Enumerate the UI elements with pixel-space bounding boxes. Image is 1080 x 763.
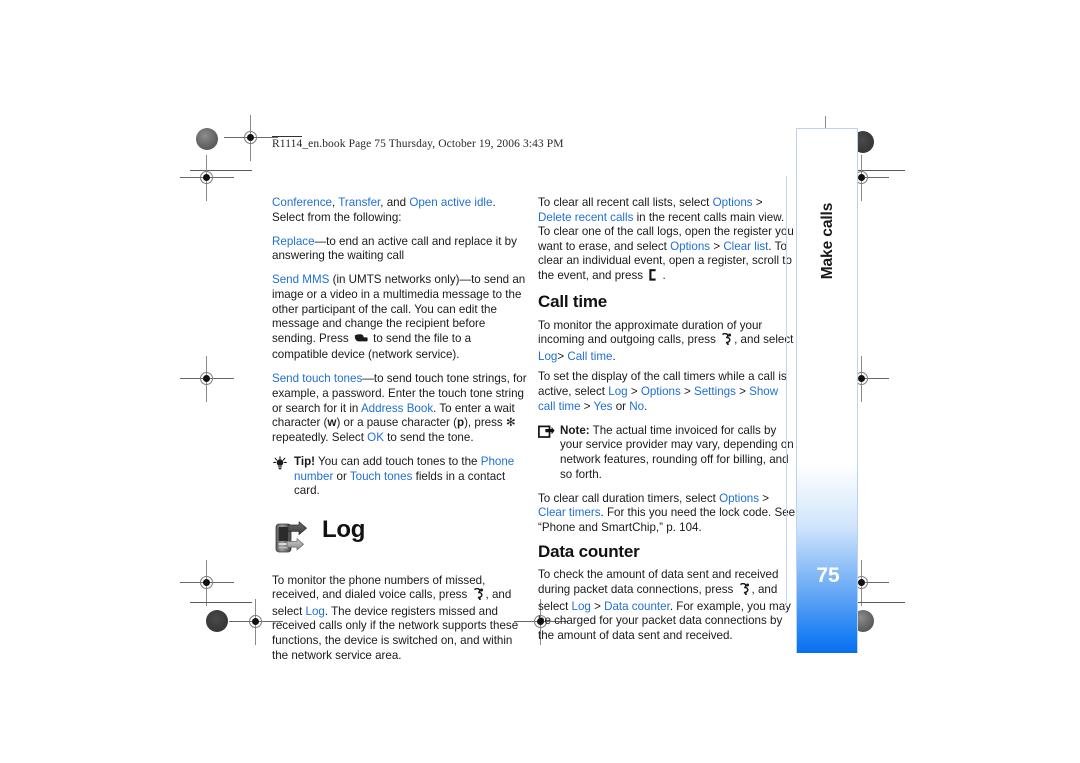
chapter-title-text: Log xyxy=(322,515,366,543)
registration-target-top-left-upper xyxy=(224,115,278,161)
ui-term-clear-list: Clear list xyxy=(723,239,769,253)
asterisk-key-icon: ✻ xyxy=(505,416,516,430)
ui-term-options: Options xyxy=(719,491,760,505)
ui-term-open-active-idle: Open active idle xyxy=(409,196,493,209)
text-tip-part1: You can add touch tones to the xyxy=(315,454,481,468)
registration-blob-bottom-left xyxy=(206,610,228,632)
text-ctm-part2: , and select xyxy=(734,333,794,347)
paragraph-replace: Replace—to end an active call and replac… xyxy=(272,235,530,264)
text-cts-gt3: > xyxy=(735,385,750,399)
registration-target-left-middle xyxy=(180,356,234,402)
paragraph-conference-transfer: Conference, Transfer, and Open active id… xyxy=(272,196,530,225)
tip-label: Tip! xyxy=(294,454,316,468)
ui-term-replace: Replace xyxy=(272,234,315,248)
text-sep-2: , and xyxy=(380,196,410,209)
text-log-part1: To monitor the phone numbers of missed, … xyxy=(272,573,486,602)
text-cts-gt2: > xyxy=(680,385,694,399)
bold-char-p: p xyxy=(456,416,465,430)
ui-term-log: Log xyxy=(608,385,628,399)
text-stt-part4: ), press xyxy=(464,416,506,430)
ui-term-conference: Conference xyxy=(272,196,332,209)
crop-line-bottom-left xyxy=(190,602,252,603)
text-clear-part4: . xyxy=(659,268,666,282)
heading-data-counter: Data counter xyxy=(538,541,640,561)
ui-term-log: Log xyxy=(571,599,591,613)
tip-lightbulb-icon xyxy=(272,456,290,470)
ui-term-data-counter: Data counter xyxy=(604,599,670,613)
text-clt-part1: To clear call duration timers, select xyxy=(538,491,720,505)
paragraph-call-time-settings: To set the display of the call timers wh… xyxy=(538,370,796,414)
page-number: 75 xyxy=(816,564,840,587)
log-phone-arrow-icon xyxy=(274,521,318,555)
menu-key-icon xyxy=(473,588,484,605)
clear-key-icon xyxy=(648,269,657,286)
ui-term-no: No xyxy=(629,399,645,413)
ui-term-delete-recent-calls: Delete recent calls xyxy=(538,210,634,224)
registration-target-bottom-left xyxy=(229,599,283,645)
margin-tab: Make calls 75 xyxy=(796,128,858,653)
ui-term-touch-tones: Touch tones xyxy=(349,469,413,483)
ui-term-address-book: Address Book xyxy=(360,401,434,415)
text-clt-gt: > xyxy=(759,491,770,505)
registration-target-left-lower xyxy=(180,560,234,606)
text-gt-1: > xyxy=(752,196,763,209)
ui-term-ok: OK xyxy=(367,430,384,444)
header-rule xyxy=(272,136,302,137)
paragraph-clear-recent-calls: To clear all recent call lists, select O… xyxy=(538,196,796,286)
ui-term-log: Log xyxy=(305,604,325,618)
ui-term-clear-timers: Clear timers xyxy=(538,506,601,520)
paragraph-log-intro: To monitor the phone numbers of missed, … xyxy=(272,574,530,664)
chapter-heading-log: Log xyxy=(272,515,530,561)
send-key-icon xyxy=(354,333,368,349)
ui-term-options-2: Options xyxy=(670,239,711,253)
right-text-column: To clear all recent call lists, select O… xyxy=(538,196,796,653)
text-stt-part3: ) or a pause character ( xyxy=(336,416,457,430)
registration-target-left-upper xyxy=(180,155,234,201)
text-clear-part1: To clear all recent call lists, select xyxy=(538,196,713,209)
text-gt-2: > xyxy=(710,239,724,253)
left-text-column: Conference, Transfer, and Open active id… xyxy=(272,196,530,673)
ui-term-settings: Settings xyxy=(694,385,736,399)
ui-term-options: Options xyxy=(712,196,753,209)
text-cts-gt4: > xyxy=(580,399,594,413)
tab-inner-rule xyxy=(786,176,787,606)
ui-term-log: Log xyxy=(538,349,558,363)
file-header-text: R1114_en.book Page 75 Thursday, October … xyxy=(272,138,564,150)
heading-call-time: Call time xyxy=(538,292,608,312)
note-label: Note: xyxy=(560,423,590,437)
menu-key-icon xyxy=(721,333,732,350)
ui-term-send-touch-tones: Send touch tones xyxy=(272,372,363,386)
ui-term-yes: Yes xyxy=(593,399,613,413)
text-stt-part6: to send the tone. xyxy=(383,430,474,444)
menu-key-icon xyxy=(739,582,750,600)
paragraph-send-mms: Send MMS (in UMTS networks only)—to send… xyxy=(272,273,530,363)
paragraph-send-touch-tones: Send touch tones—to send touch tone stri… xyxy=(272,372,530,445)
text-cts-part3: . xyxy=(644,399,648,413)
ui-term-options: Options xyxy=(640,385,681,399)
ui-term-call-time: Call time xyxy=(567,349,613,363)
text-cts-gt1: > xyxy=(627,385,641,399)
text-ctm-gt: > xyxy=(557,349,568,363)
note-arrow-icon xyxy=(538,425,556,439)
text-cts-part2: or xyxy=(612,399,630,413)
paragraph-call-time-monitor: To monitor the approximate duration of y… xyxy=(538,319,796,365)
tip-block: Tip! You can add touch tones to the Phon… xyxy=(272,455,530,499)
text-tip-part2: or xyxy=(333,469,350,483)
note-block: Note: The actual time invoiced for calls… xyxy=(538,424,796,482)
ui-term-transfer: Transfer xyxy=(338,196,381,209)
paragraph-clear-timers: To clear call duration timers, select Op… xyxy=(538,492,796,536)
text-ctm-part3: . xyxy=(612,349,616,363)
paragraph-data-counter: To check the amount of data sent and rec… xyxy=(538,568,796,643)
ui-term-send-mms: Send MMS xyxy=(272,273,330,287)
text-dc-gt: > xyxy=(590,599,605,613)
manual-page: R1114_en.book Page 75 Thursday, October … xyxy=(0,0,1080,763)
registration-blob-top-left xyxy=(196,128,218,150)
note-text: The actual time invoiced for calls by yo… xyxy=(560,423,794,481)
margin-tab-label: Make calls xyxy=(819,202,836,280)
text-stt-part5: repeatedly. Select xyxy=(272,430,368,444)
